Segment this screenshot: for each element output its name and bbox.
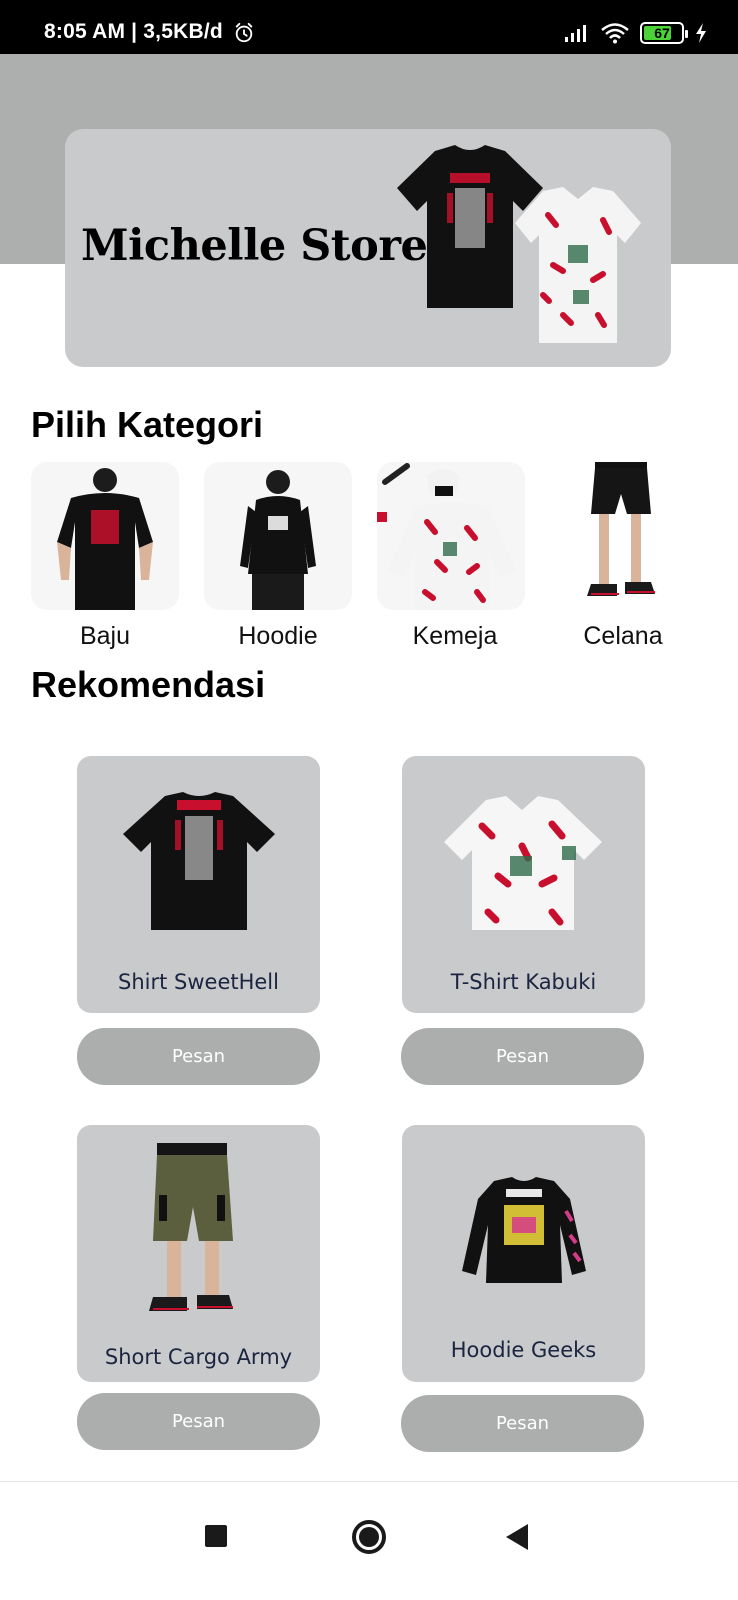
- home-icon[interactable]: [352, 1520, 386, 1554]
- store-banner: Michelle Store: [65, 129, 671, 367]
- category-kemeja[interactable]: Kemeja: [377, 462, 527, 650]
- battery-icon: 67: [640, 22, 688, 44]
- category-baju[interactable]: Baju: [31, 462, 181, 650]
- product-card-hoodie-geeks[interactable]: Hoodie Geeks: [402, 1125, 645, 1382]
- alarm-icon: [235, 22, 253, 43]
- categories-title: Pilih Kategori: [31, 404, 264, 445]
- product-name: Short Cargo Army: [104, 1345, 293, 1369]
- category-celana-image: [555, 462, 703, 610]
- status-time: 8:05 AM | 3,5KB/d: [44, 20, 223, 43]
- product-image: [462, 1177, 586, 1283]
- order-button[interactable]: Pesan: [77, 1393, 320, 1450]
- white-shirt-image: [515, 187, 641, 343]
- status-icons: 67: [564, 20, 708, 46]
- product-name: Shirt SweetHell: [118, 970, 279, 994]
- system-nav-bar: [0, 1481, 738, 1600]
- recommendations-title: Rekomendasi: [31, 664, 266, 705]
- product-name: Hoodie Geeks: [450, 1338, 597, 1362]
- category-hoodie[interactable]: Hoodie: [204, 462, 354, 650]
- category-label: Celana: [583, 622, 663, 650]
- product-card-shirt-sweethell[interactable]: Shirt SweetHell: [77, 756, 320, 1013]
- category-hoodie-image: [204, 462, 352, 610]
- product-card-short-cargo-army[interactable]: Short Cargo Army: [77, 1125, 320, 1382]
- order-button[interactable]: Pesan: [401, 1028, 644, 1085]
- category-celana[interactable]: Celana: [555, 462, 705, 650]
- category-label: Baju: [79, 622, 131, 650]
- store-name: Michelle Store: [81, 221, 428, 271]
- category-baju-image: [31, 462, 179, 610]
- product-image: [123, 792, 275, 930]
- status-bar: 8:05 AM | 3,5KB/d 67: [0, 0, 738, 54]
- back-icon[interactable]: [506, 1524, 528, 1550]
- category-kemeja-image: [377, 462, 525, 610]
- product-image: [149, 1143, 233, 1311]
- order-button[interactable]: Pesan: [401, 1395, 644, 1452]
- product-image: [444, 796, 602, 930]
- battery-level: 67: [654, 25, 670, 41]
- wifi-icon: [601, 23, 629, 44]
- category-label: Hoodie: [238, 622, 318, 650]
- charging-icon: [696, 23, 706, 43]
- product-name: T-Shirt Kabuki: [450, 970, 597, 994]
- recents-icon[interactable]: [205, 1525, 227, 1547]
- signal-icon: [565, 25, 586, 42]
- order-button[interactable]: Pesan: [77, 1028, 320, 1085]
- product-card-tshirt-kabuki[interactable]: T-Shirt Kabuki: [402, 756, 645, 1013]
- category-label: Kemeja: [412, 622, 498, 650]
